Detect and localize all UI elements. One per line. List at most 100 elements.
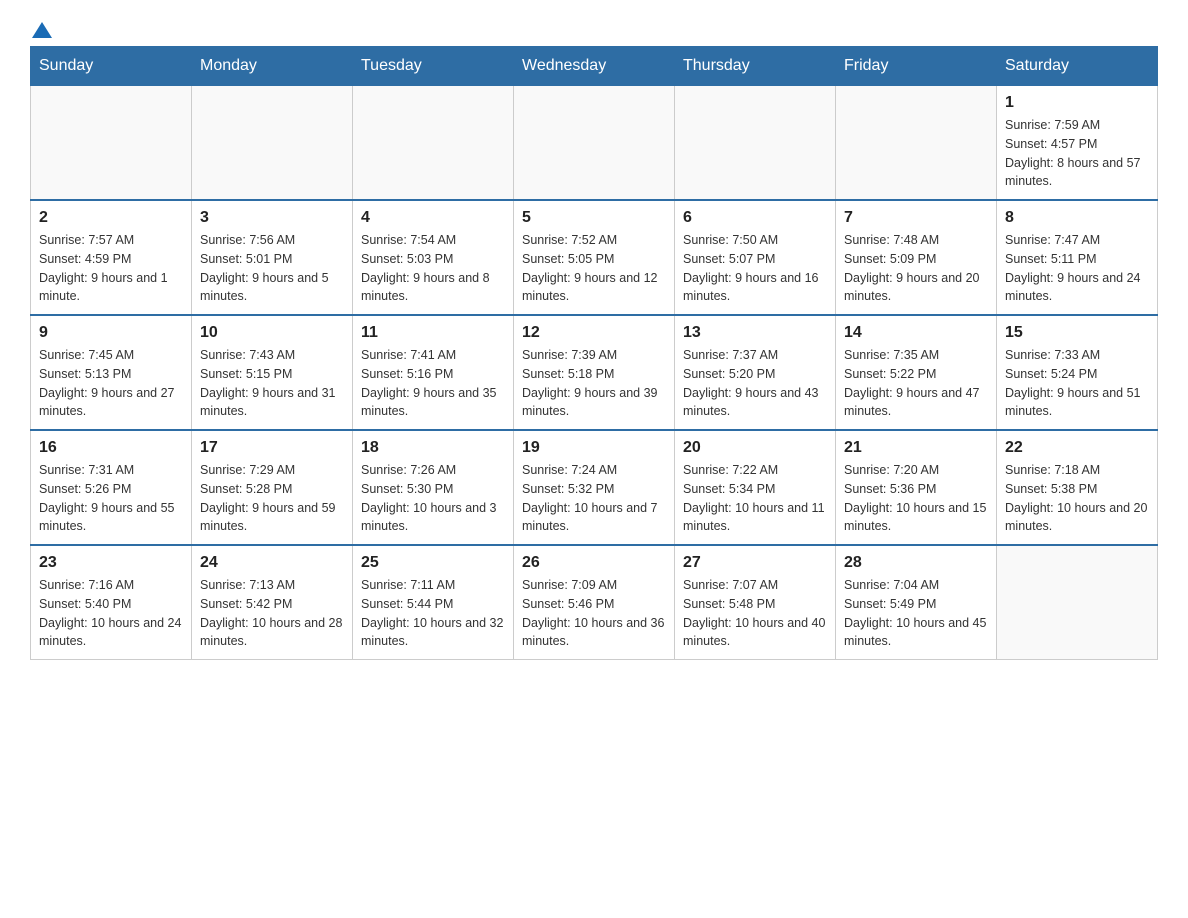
day-info: Sunrise: 7:20 AMSunset: 5:36 PMDaylight:…: [844, 461, 988, 536]
calendar-day-cell: [675, 86, 836, 201]
day-number: 21: [844, 439, 988, 457]
day-info: Sunrise: 7:37 AMSunset: 5:20 PMDaylight:…: [683, 346, 827, 421]
day-info: Sunrise: 7:50 AMSunset: 5:07 PMDaylight:…: [683, 231, 827, 306]
calendar-day-cell: 6 Sunrise: 7:50 AMSunset: 5:07 PMDaylight…: [675, 200, 836, 315]
day-info: Sunrise: 7:26 AMSunset: 5:30 PMDaylight:…: [361, 461, 505, 536]
day-number: 10: [200, 324, 344, 342]
calendar-day-cell: 26 Sunrise: 7:09 AMSunset: 5:46 PMDayligh…: [514, 545, 675, 660]
day-info: Sunrise: 7:39 AMSunset: 5:18 PMDaylight:…: [522, 346, 666, 421]
day-info: Sunrise: 7:13 AMSunset: 5:42 PMDaylight:…: [200, 576, 344, 651]
calendar-day-cell: 19 Sunrise: 7:24 AMSunset: 5:32 PMDayligh…: [514, 430, 675, 545]
day-number: 1: [1005, 94, 1149, 112]
calendar-week-row: 1 Sunrise: 7:59 AMSunset: 4:57 PMDaylight…: [31, 86, 1158, 201]
day-info: Sunrise: 7:59 AMSunset: 4:57 PMDaylight:…: [1005, 116, 1149, 191]
calendar-day-cell: 24 Sunrise: 7:13 AMSunset: 5:42 PMDayligh…: [192, 545, 353, 660]
logo: [30, 20, 52, 36]
page-header: [30, 20, 1158, 36]
calendar-day-cell: 8 Sunrise: 7:47 AMSunset: 5:11 PMDaylight…: [997, 200, 1158, 315]
calendar-day-cell: 5 Sunrise: 7:52 AMSunset: 5:05 PMDaylight…: [514, 200, 675, 315]
calendar-day-cell: 25 Sunrise: 7:11 AMSunset: 5:44 PMDayligh…: [353, 545, 514, 660]
calendar-day-cell: [31, 86, 192, 201]
calendar-day-cell: [836, 86, 997, 201]
calendar-day-cell: 9 Sunrise: 7:45 AMSunset: 5:13 PMDaylight…: [31, 315, 192, 430]
day-number: 3: [200, 209, 344, 227]
day-number: 17: [200, 439, 344, 457]
day-number: 19: [522, 439, 666, 457]
calendar-day-cell: 22 Sunrise: 7:18 AMSunset: 5:38 PMDayligh…: [997, 430, 1158, 545]
day-number: 27: [683, 554, 827, 572]
day-number: 28: [844, 554, 988, 572]
day-info: Sunrise: 7:35 AMSunset: 5:22 PMDaylight:…: [844, 346, 988, 421]
day-number: 5: [522, 209, 666, 227]
col-friday: Friday: [836, 47, 997, 86]
calendar-day-cell: 11 Sunrise: 7:41 AMSunset: 5:16 PMDayligh…: [353, 315, 514, 430]
calendar-table: Sunday Monday Tuesday Wednesday Thursday…: [30, 46, 1158, 660]
day-number: 9: [39, 324, 183, 342]
col-monday: Monday: [192, 47, 353, 86]
calendar-week-row: 23 Sunrise: 7:16 AMSunset: 5:40 PMDayligh…: [31, 545, 1158, 660]
calendar-day-cell: 23 Sunrise: 7:16 AMSunset: 5:40 PMDayligh…: [31, 545, 192, 660]
day-info: Sunrise: 7:48 AMSunset: 5:09 PMDaylight:…: [844, 231, 988, 306]
calendar-day-cell: [514, 86, 675, 201]
calendar-day-cell: 10 Sunrise: 7:43 AMSunset: 5:15 PMDayligh…: [192, 315, 353, 430]
calendar-day-cell: 2Sunrise: 7:57 AMSunset: 4:59 PMDaylight…: [31, 200, 192, 315]
day-info: Sunrise: 7:22 AMSunset: 5:34 PMDaylight:…: [683, 461, 827, 536]
day-info: Sunrise: 7:11 AMSunset: 5:44 PMDaylight:…: [361, 576, 505, 651]
calendar-day-cell: 1 Sunrise: 7:59 AMSunset: 4:57 PMDaylight…: [997, 86, 1158, 201]
logo-triangle-icon: [32, 20, 52, 40]
day-info: Sunrise: 7:07 AMSunset: 5:48 PMDaylight:…: [683, 576, 827, 651]
col-saturday: Saturday: [997, 47, 1158, 86]
calendar-day-cell: [192, 86, 353, 201]
day-number: 20: [683, 439, 827, 457]
day-info: Sunrise: 7:16 AMSunset: 5:40 PMDaylight:…: [39, 576, 183, 651]
day-info: Sunrise: 7:43 AMSunset: 5:15 PMDaylight:…: [200, 346, 344, 421]
day-info: Sunrise: 7:09 AMSunset: 5:46 PMDaylight:…: [522, 576, 666, 651]
day-number: 23: [39, 554, 183, 572]
calendar-day-cell: 13 Sunrise: 7:37 AMSunset: 5:20 PMDayligh…: [675, 315, 836, 430]
day-number: 15: [1005, 324, 1149, 342]
calendar-day-cell: 15 Sunrise: 7:33 AMSunset: 5:24 PMDayligh…: [997, 315, 1158, 430]
day-info: Sunrise: 7:41 AMSunset: 5:16 PMDaylight:…: [361, 346, 505, 421]
col-tuesday: Tuesday: [353, 47, 514, 86]
calendar-week-row: 16Sunrise: 7:31 AMSunset: 5:26 PMDayligh…: [31, 430, 1158, 545]
day-number: 4: [361, 209, 505, 227]
day-number: 13: [683, 324, 827, 342]
day-info: Sunrise: 7:47 AMSunset: 5:11 PMDaylight:…: [1005, 231, 1149, 306]
calendar-day-cell: 17 Sunrise: 7:29 AMSunset: 5:28 PMDayligh…: [192, 430, 353, 545]
calendar-day-cell: 12 Sunrise: 7:39 AMSunset: 5:18 PMDayligh…: [514, 315, 675, 430]
day-number: 11: [361, 324, 505, 342]
day-info: Sunrise: 7:45 AMSunset: 5:13 PMDaylight:…: [39, 346, 183, 421]
day-number: 18: [361, 439, 505, 457]
calendar-day-cell: 21 Sunrise: 7:20 AMSunset: 5:36 PMDayligh…: [836, 430, 997, 545]
day-number: 22: [1005, 439, 1149, 457]
day-number: 8: [1005, 209, 1149, 227]
day-number: 14: [844, 324, 988, 342]
calendar-day-cell: [997, 545, 1158, 660]
day-number: 12: [522, 324, 666, 342]
day-info: Sunrise: 7:54 AMSunset: 5:03 PMDaylight:…: [361, 231, 505, 306]
calendar-day-cell: 28Sunrise: 7:04 AMSunset: 5:49 PMDayligh…: [836, 545, 997, 660]
calendar-day-cell: 16Sunrise: 7:31 AMSunset: 5:26 PMDayligh…: [31, 430, 192, 545]
day-number: 24: [200, 554, 344, 572]
calendar-day-cell: 27 Sunrise: 7:07 AMSunset: 5:48 PMDayligh…: [675, 545, 836, 660]
calendar-day-cell: 4 Sunrise: 7:54 AMSunset: 5:03 PMDaylight…: [353, 200, 514, 315]
calendar-day-cell: 7 Sunrise: 7:48 AMSunset: 5:09 PMDaylight…: [836, 200, 997, 315]
day-info: Sunrise: 7:18 AMSunset: 5:38 PMDaylight:…: [1005, 461, 1149, 536]
col-sunday: Sunday: [31, 47, 192, 86]
day-info: Sunrise: 7:33 AMSunset: 5:24 PMDaylight:…: [1005, 346, 1149, 421]
day-number: 7: [844, 209, 988, 227]
calendar-day-cell: 18 Sunrise: 7:26 AMSunset: 5:30 PMDayligh…: [353, 430, 514, 545]
calendar-day-cell: [353, 86, 514, 201]
col-wednesday: Wednesday: [514, 47, 675, 86]
col-thursday: Thursday: [675, 47, 836, 86]
day-info: Sunrise: 7:31 AMSunset: 5:26 PMDaylight:…: [39, 461, 183, 536]
calendar-header-row: Sunday Monday Tuesday Wednesday Thursday…: [31, 47, 1158, 86]
day-info: Sunrise: 7:24 AMSunset: 5:32 PMDaylight:…: [522, 461, 666, 536]
day-info: Sunrise: 7:29 AMSunset: 5:28 PMDaylight:…: [200, 461, 344, 536]
day-number: 26: [522, 554, 666, 572]
day-info: Sunrise: 7:52 AMSunset: 5:05 PMDaylight:…: [522, 231, 666, 306]
day-number: 6: [683, 209, 827, 227]
calendar-week-row: 2Sunrise: 7:57 AMSunset: 4:59 PMDaylight…: [31, 200, 1158, 315]
day-info: Sunrise: 7:56 AMSunset: 5:01 PMDaylight:…: [200, 231, 344, 306]
day-number: 25: [361, 554, 505, 572]
